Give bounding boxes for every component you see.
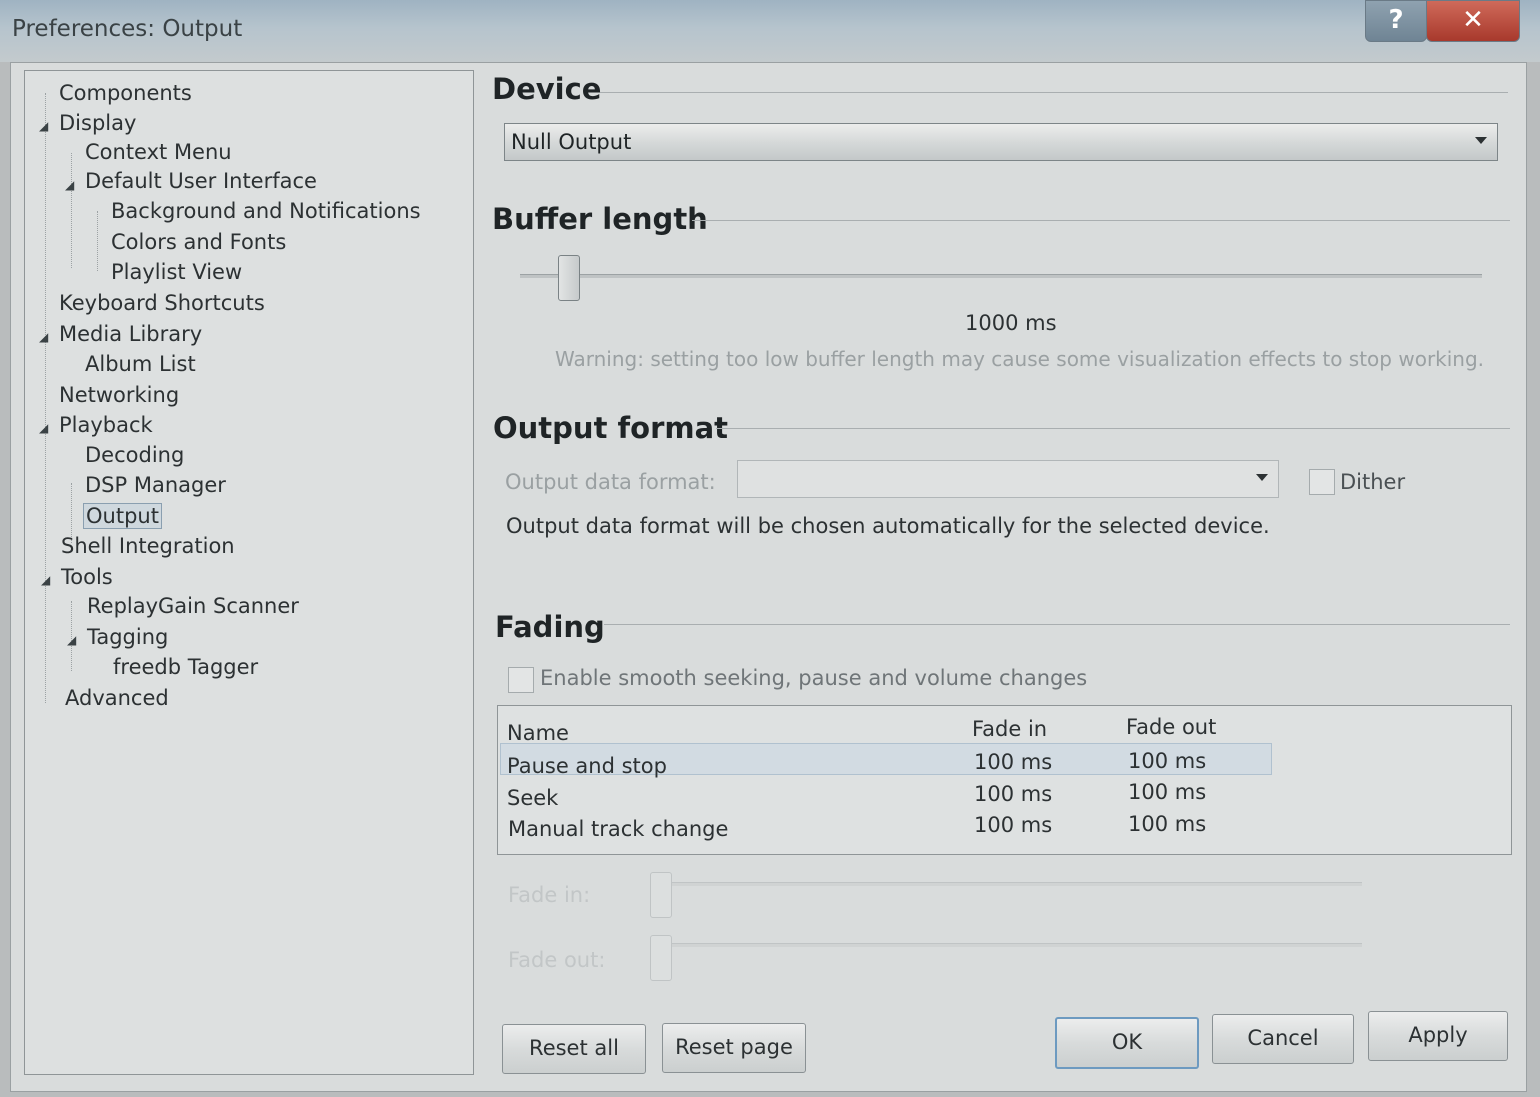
title-bar: Preferences: Output ? ✕ <box>0 0 1540 62</box>
row-fade-in: 100 ms <box>974 782 1053 806</box>
row-name: Manual track change <box>508 817 729 841</box>
tree-line <box>97 211 98 271</box>
fading-section-title: Fading <box>495 610 605 644</box>
expand-arrow-icon[interactable]: ◢ <box>39 421 48 435</box>
row-fade-out: 100 ms <box>1128 812 1207 836</box>
close-icon: ✕ <box>1462 5 1484 35</box>
apply-button[interactable]: Apply <box>1368 1011 1508 1061</box>
tree-item-keyboard-shortcuts[interactable]: Keyboard Shortcuts <box>59 291 265 315</box>
row-name: Pause and stop <box>507 754 667 778</box>
row-fade-in: 100 ms <box>974 750 1053 774</box>
window-title: Preferences: Output <box>12 16 243 42</box>
device-dropdown[interactable]: Null Output <box>504 123 1498 161</box>
dither-checkbox[interactable] <box>1309 469 1335 495</box>
tree-item-colors-and-fonts[interactable]: Colors and Fonts <box>111 230 286 254</box>
tree-item-components[interactable]: Components <box>59 81 192 105</box>
column-header-fade-in[interactable]: Fade in <box>972 717 1047 741</box>
dither-label: Dither <box>1340 470 1406 494</box>
section-divider <box>600 92 1508 93</box>
row-fade-out: 100 ms <box>1128 780 1207 804</box>
fade-out-slider-thumb[interactable] <box>650 935 672 981</box>
device-dropdown-value: Null Output <box>511 130 632 154</box>
expand-arrow-icon[interactable]: ◢ <box>39 330 48 344</box>
row-fade-in: 100 ms <box>974 813 1053 837</box>
tree-item-playback[interactable]: Playback <box>59 413 153 437</box>
help-icon: ? <box>1388 5 1404 35</box>
column-header-fade-out[interactable]: Fade out <box>1126 715 1216 739</box>
tree-item-context-menu[interactable]: Context Menu <box>85 140 232 164</box>
section-divider <box>604 624 1510 625</box>
tree-item-shell-integration[interactable]: Shell Integration <box>61 534 235 558</box>
help-button[interactable]: ? <box>1365 0 1427 42</box>
tree-item-replaygain-scanner[interactable]: ReplayGain Scanner <box>87 594 299 618</box>
chevron-down-icon <box>1475 137 1487 144</box>
section-divider <box>716 428 1510 429</box>
tree-item-playlist-view[interactable]: Playlist View <box>111 260 242 284</box>
expand-arrow-icon[interactable]: ◢ <box>65 178 74 192</box>
expand-arrow-icon[interactable]: ◢ <box>39 119 48 133</box>
tree-item-output[interactable]: Output <box>83 503 162 529</box>
tree-item-display[interactable]: Display <box>59 111 136 135</box>
preferences-tree[interactable]: Components ◢ Display Context Menu ◢ Defa… <box>24 70 474 1075</box>
tree-item-freedb-tagger[interactable]: freedb Tagger <box>113 655 258 679</box>
expand-arrow-icon[interactable]: ◢ <box>67 633 76 647</box>
buffer-length-slider-track[interactable] <box>520 274 1482 278</box>
section-divider <box>692 220 1510 221</box>
row-name: Seek <box>507 786 559 810</box>
tree-line <box>71 153 72 268</box>
tree-item-tools[interactable]: Tools <box>61 565 113 589</box>
fade-in-slider-track[interactable] <box>660 882 1362 886</box>
fade-out-label: Fade out: <box>508 948 606 972</box>
enable-smooth-seeking-label: Enable smooth seeking, pause and volume … <box>540 666 1088 690</box>
tree-item-networking[interactable]: Networking <box>59 383 179 407</box>
buffer-length-slider-thumb[interactable] <box>557 255 580 301</box>
tree-item-album-list[interactable]: Album List <box>85 352 196 376</box>
output-data-format-dropdown[interactable] <box>737 460 1279 498</box>
device-section-title: Device <box>492 72 602 106</box>
tree-item-default-user-interface[interactable]: Default User Interface <box>85 169 317 193</box>
ok-button[interactable]: OK <box>1055 1017 1199 1069</box>
tree-item-tagging[interactable]: Tagging <box>87 625 168 649</box>
fade-in-label: Fade in: <box>508 883 591 907</box>
buffer-warning-text: Warning: setting too low buffer length m… <box>555 347 1485 371</box>
tree-item-background-and-notifications[interactable]: Background and Notifications <box>111 199 421 223</box>
reset-all-button[interactable]: Reset all <box>502 1024 646 1074</box>
reset-page-button[interactable]: Reset page <box>662 1023 806 1073</box>
cancel-button[interactable]: Cancel <box>1212 1014 1354 1064</box>
tree-item-dsp-manager[interactable]: DSP Manager <box>85 473 226 497</box>
fade-out-slider-track[interactable] <box>660 943 1362 947</box>
output-format-info-text: Output data format will be chosen automa… <box>506 514 1270 538</box>
expand-arrow-icon[interactable]: ◢ <box>41 573 50 587</box>
fade-in-slider-thumb[interactable] <box>650 872 672 918</box>
tree-item-decoding[interactable]: Decoding <box>85 443 184 467</box>
enable-smooth-seeking-checkbox[interactable] <box>508 667 534 693</box>
output-format-section-title: Output format <box>493 411 729 445</box>
tree-line <box>45 93 46 703</box>
chevron-down-icon <box>1256 474 1268 481</box>
buffer-section-title: Buffer length <box>492 202 708 236</box>
column-header-name[interactable]: Name <box>507 721 569 745</box>
output-data-format-label: Output data format: <box>505 470 716 494</box>
tree-item-media-library[interactable]: Media Library <box>59 322 202 346</box>
tree-item-advanced[interactable]: Advanced <box>65 686 169 710</box>
buffer-length-value: 1000 ms <box>965 311 1057 335</box>
row-fade-out: 100 ms <box>1128 749 1207 773</box>
close-button[interactable]: ✕ <box>1426 0 1520 42</box>
